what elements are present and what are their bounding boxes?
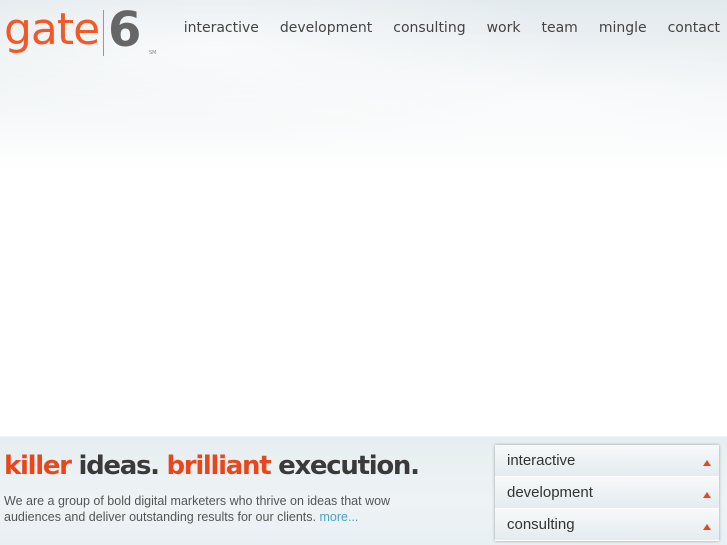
footer-panel: killer ideas. brilliant execution. We ar… (0, 436, 727, 545)
logo-number: 6 (108, 2, 142, 58)
nav-interactive[interactable]: interactive (184, 20, 259, 36)
triangle-up-icon (703, 491, 711, 498)
triangle-up-icon (703, 523, 711, 530)
main-nav: interactive development consulting work … (184, 20, 720, 36)
nav-mingle[interactable]: mingle (599, 20, 647, 36)
tagline-word: brilliant (166, 451, 271, 481)
logo-word: gate (4, 4, 100, 55)
nav-team[interactable]: team (541, 20, 577, 36)
tagline-word: execution. (278, 451, 420, 481)
nav-contact[interactable]: contact (668, 20, 720, 36)
service-label: interactive (507, 452, 576, 469)
tagline-word: ideas. (78, 451, 160, 481)
gate6-logo[interactable]: gate 6 SM (4, 2, 174, 58)
services-menu: interactive development consulting (495, 445, 719, 541)
service-development[interactable]: development (495, 477, 719, 509)
tagline-word: killer (4, 451, 72, 481)
logo-sm: SM (149, 50, 157, 56)
intro-text: We are a group of bold digital marketers… (4, 493, 424, 525)
more-link[interactable]: more... (319, 510, 358, 524)
service-interactive[interactable]: interactive (495, 445, 719, 477)
tagline: killer ideas. brilliant execution. (4, 451, 420, 481)
service-consulting[interactable]: consulting (495, 509, 719, 541)
nav-consulting[interactable]: consulting (393, 20, 465, 36)
nav-work[interactable]: work (487, 20, 521, 36)
logo-divider (103, 10, 104, 56)
nav-development[interactable]: development (280, 20, 372, 36)
service-label: development (507, 484, 593, 501)
service-label: consulting (507, 516, 575, 533)
triangle-up-icon (703, 459, 711, 466)
